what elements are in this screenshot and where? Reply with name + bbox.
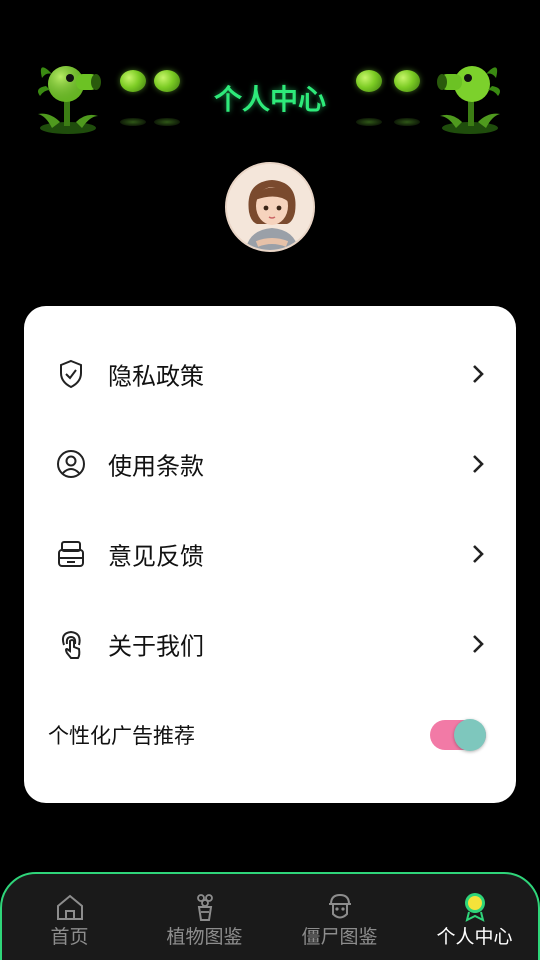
menu-item-label: 使用条款 xyxy=(108,452,204,481)
shield-check-icon xyxy=(60,359,82,389)
tab-zombie-guide[interactable]: 僵尸图鉴 xyxy=(272,874,407,960)
toggle-knob xyxy=(454,719,486,751)
bottom-tab-bar: 首页 植物图鉴 僵尸图鉴 个人中心 xyxy=(0,872,540,960)
feedback-box-icon xyxy=(58,541,84,567)
tab-label: 首页 xyxy=(50,926,89,948)
zombie-head-icon xyxy=(328,893,351,919)
menu-item-privacy-policy[interactable]: 隐私政策 xyxy=(24,329,516,419)
personalized-ads-toggle[interactable] xyxy=(430,719,486,751)
chevron-right-icon xyxy=(473,545,484,563)
menu-item-about-us[interactable]: 关于我们 xyxy=(24,599,516,689)
touch-hand-icon xyxy=(61,630,81,659)
tab-label: 僵尸图鉴 xyxy=(301,926,378,948)
pea-icon xyxy=(394,70,420,92)
tab-label: 植物图鉴 xyxy=(166,926,243,948)
chevron-right-icon xyxy=(473,365,484,383)
personalized-ads-row: 个性化广告推荐 xyxy=(24,690,516,780)
tab-plant-guide[interactable]: 植物图鉴 xyxy=(137,874,272,960)
pea-shadow xyxy=(120,118,146,126)
pea-shadow xyxy=(394,118,420,126)
pea-shadow xyxy=(154,118,180,126)
tab-label: 个人中心 xyxy=(436,926,513,948)
sunflower-icon xyxy=(464,893,485,922)
plant-pot-icon xyxy=(196,894,213,921)
personalized-ads-label: 个性化广告推荐 xyxy=(48,724,195,748)
chevron-right-icon xyxy=(473,635,484,653)
pea-icon xyxy=(356,70,382,92)
avatar[interactable] xyxy=(225,162,315,252)
home-icon xyxy=(56,894,83,920)
avatar-girl-icon xyxy=(227,164,313,250)
menu-item-label: 关于我们 xyxy=(108,632,204,661)
menu-item-feedback[interactable]: 意见反馈 xyxy=(24,509,516,599)
chevron-right-icon xyxy=(473,455,484,473)
header: 个人中心 xyxy=(0,0,540,150)
tab-home[interactable]: 首页 xyxy=(2,874,137,960)
tab-profile[interactable]: 个人中心 xyxy=(407,874,540,960)
user-circle-icon xyxy=(57,450,85,478)
settings-card: 隐私政策 使用条款 意见反馈 关于我们 个性化广告推荐 xyxy=(24,306,516,803)
menu-item-terms-of-use[interactable]: 使用条款 xyxy=(24,419,516,509)
pea-shadow xyxy=(356,118,382,126)
menu-item-label: 意见反馈 xyxy=(108,542,204,571)
peashooter-icon xyxy=(436,58,506,136)
menu-item-label: 隐私政策 xyxy=(108,362,204,391)
